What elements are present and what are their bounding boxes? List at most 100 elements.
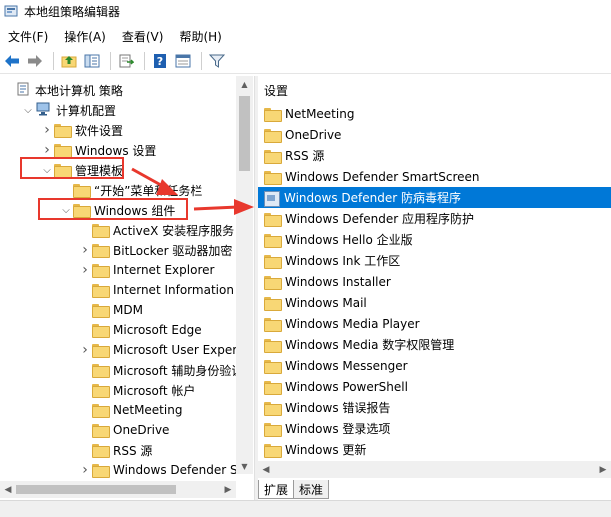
tree-item-label: NetMeeting	[113, 403, 183, 417]
tree-item[interactable]: Microsoft 帐户	[78, 380, 195, 400]
list-item[interactable]: RSS 源	[258, 145, 611, 166]
folder-icon	[54, 124, 72, 138]
list-item[interactable]: Windows Defender SmartScreen	[258, 166, 611, 187]
menu-help[interactable]: 帮助(H)	[175, 28, 225, 45]
tree-item-label: Internet Information Ser	[113, 283, 253, 297]
policy-folder-icon	[264, 190, 280, 207]
tree-item[interactable]: NetMeeting	[78, 400, 182, 420]
chevron-right-icon[interactable]: ›	[78, 460, 92, 480]
folder-icon	[264, 380, 282, 395]
list-item[interactable]: Windows Defender 应用程序防护	[258, 208, 611, 229]
back-arrow-icon[interactable]	[2, 51, 22, 71]
list-item[interactable]: OneDrive	[258, 124, 611, 145]
tree-item-label: MDM	[113, 303, 143, 317]
tree-item[interactable]: ⌵ 计算机配置	[21, 100, 116, 120]
tree-pane[interactable]: 本地计算机 策略 ⌵ 计算机配置 › 软件设置 › Windows 设置 ⌵ 管理模板 “开始”菜…	[0, 76, 253, 496]
tree-item[interactable]: › Windows Defender Sma	[78, 460, 253, 480]
scroll-thumb[interactable]	[239, 96, 250, 171]
list-item[interactable]: NetMeeting	[258, 103, 611, 124]
forward-arrow-icon[interactable]	[25, 51, 45, 71]
toolbar-separator	[53, 51, 54, 70]
tree-item-label: Microsoft User Experier	[113, 343, 253, 357]
policy-document-icon	[16, 82, 30, 99]
folder-icon	[92, 264, 110, 278]
scroll-left-icon[interactable]: ◀	[0, 481, 16, 498]
folder-icon	[264, 422, 282, 437]
chevron-right-icon[interactable]: ›	[40, 120, 54, 140]
tree-horizontal-scrollbar[interactable]: ◀ ▶	[0, 481, 236, 498]
list-item[interactable]: Windows Media 数字权限管理	[258, 334, 611, 355]
scroll-thumb[interactable]	[16, 485, 176, 494]
tree-item[interactable]: Internet Information Ser	[78, 280, 253, 300]
tree-item-label: 计算机配置	[56, 103, 117, 118]
list-item-label: Windows Media 数字权限管理	[285, 338, 455, 352]
folder-icon	[264, 212, 282, 227]
tree-item[interactable]: › 软件设置	[40, 120, 123, 140]
tab-standard[interactable]: 标准	[293, 480, 330, 499]
folder-icon	[92, 404, 110, 418]
settings-list-pane[interactable]: 设置 NetMeeting OneDrive RSS 源 Windows Defend…	[258, 76, 611, 476]
list-item[interactable]: Windows Hello 企业版	[258, 229, 611, 250]
list-item[interactable]: Windows 更新	[258, 439, 611, 460]
menu-bar: 文件(F) 操作(A) 查看(V) 帮助(H)	[0, 25, 611, 47]
scroll-down-icon[interactable]: ▼	[236, 458, 253, 474]
scroll-up-icon[interactable]: ▲	[236, 76, 253, 92]
list-item[interactable]: Windows Messenger	[258, 355, 611, 376]
chevron-right-icon[interactable]: ›	[78, 260, 92, 280]
tree-item[interactable]: RSS 源	[78, 440, 152, 460]
list-item[interactable]: Windows Defender 防病毒程序	[258, 187, 611, 208]
tree-item[interactable]: Microsoft 辅助身份验证	[78, 360, 243, 380]
chevron-down-icon[interactable]: ⌵	[21, 100, 35, 120]
menu-file[interactable]: 文件(F)	[4, 28, 52, 45]
folder-icon	[264, 149, 282, 164]
properties-icon[interactable]	[173, 51, 193, 71]
help-icon[interactable]: ?	[150, 51, 170, 71]
tree-item-label: OneDrive	[113, 423, 170, 437]
list-item-label: Windows Hello 企业版	[285, 233, 413, 247]
tree-item[interactable]: OneDrive	[78, 420, 169, 440]
tree-item-label: ActiveX 安装程序服务	[113, 223, 235, 238]
tree-item-label: 本地计算机 策略	[35, 83, 123, 98]
tree-item-label: Windows 设置	[75, 143, 157, 158]
tree-item[interactable]: MDM	[78, 300, 143, 320]
list-item[interactable]: Windows Ink 工作区	[258, 250, 611, 271]
tree-item[interactable]: › BitLocker 驱动器加密	[78, 240, 232, 260]
tree-item[interactable]: › Internet Explorer	[78, 260, 214, 280]
folder-icon	[92, 464, 110, 478]
list-horizontal-scrollbar[interactable]: ◀ ▶	[258, 461, 611, 478]
export-list-icon[interactable]	[116, 51, 136, 71]
list-item[interactable]: Windows Installer	[258, 271, 611, 292]
tree-item[interactable]: › Microsoft User Experier	[78, 340, 253, 360]
chevron-right-icon[interactable]: ›	[78, 340, 92, 360]
folder-icon	[92, 344, 110, 358]
show-hide-tree-icon[interactable]	[82, 51, 102, 71]
up-folder-icon[interactable]	[59, 51, 79, 71]
tree-item[interactable]: Microsoft Edge	[78, 320, 202, 340]
folder-icon	[264, 128, 282, 143]
tab-extended[interactable]: 扩展	[258, 480, 295, 499]
tree-vertical-scrollbar[interactable]: ▲ ▼	[236, 76, 253, 474]
list-item[interactable]: Windows Mail	[258, 292, 611, 313]
menu-action[interactable]: 操作(A)	[60, 28, 110, 45]
list-item[interactable]: Windows 登录选项	[258, 418, 611, 439]
tree-item[interactable]: 本地计算机 策略	[2, 80, 123, 100]
scroll-left-icon[interactable]: ◀	[258, 461, 274, 478]
toolbar: ?	[0, 48, 611, 74]
menu-view[interactable]: 查看(V)	[118, 28, 168, 45]
tree-item-label: RSS 源	[113, 443, 153, 458]
folder-icon	[54, 144, 72, 158]
tree-item-label: BitLocker 驱动器加密	[113, 243, 233, 258]
list-item[interactable]: Windows Media Player	[258, 313, 611, 334]
folder-icon	[92, 364, 110, 378]
scroll-right-icon[interactable]: ▶	[595, 461, 611, 478]
list-item[interactable]: Windows 错误报告	[258, 397, 611, 418]
list-item[interactable]: Windows PowerShell	[258, 376, 611, 397]
scroll-right-icon[interactable]: ▶	[220, 481, 236, 498]
chevron-right-icon[interactable]: ›	[78, 240, 92, 260]
list-item-label: Windows Installer	[285, 274, 391, 289]
folder-icon	[92, 224, 110, 238]
tree-item[interactable]: ActiveX 安装程序服务	[78, 220, 234, 240]
filter-icon[interactable]	[207, 51, 227, 71]
